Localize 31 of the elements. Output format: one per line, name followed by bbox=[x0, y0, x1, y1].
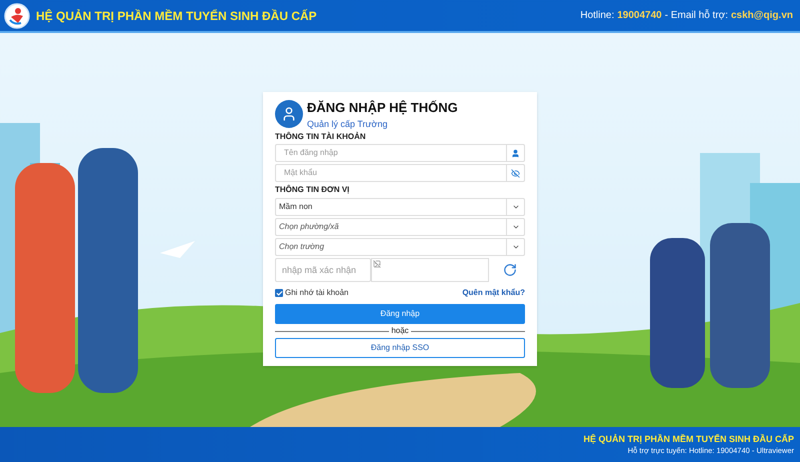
logo-icon bbox=[4, 2, 30, 28]
footer-title: HỆ QUẢN TRỊ PHẦN MỀM TUYỂN SINH ĐẦU CẤP bbox=[583, 433, 794, 445]
email-label: - Email hỗ trợ: bbox=[664, 8, 728, 23]
sso-login-button[interactable]: Đăng nhập SSO bbox=[275, 338, 525, 358]
captcha-field[interactable]: nhập mã xác nhận bbox=[276, 259, 370, 282]
password-field[interactable]: Mật khẩu bbox=[275, 164, 525, 182]
user-icon bbox=[511, 148, 520, 158]
section-heading: THÔNG TIN TÀI KHOẢN bbox=[275, 131, 367, 143]
refresh-icon[interactable] bbox=[503, 263, 517, 278]
email-address: cskh@qig.vn bbox=[731, 9, 793, 23]
section-heading: THÔNG TIN ĐƠN VỊ bbox=[275, 184, 350, 196]
paper-plane-icon bbox=[160, 241, 195, 258]
login-button[interactable]: Đăng nhập bbox=[275, 304, 525, 324]
broken-image-icon bbox=[373, 260, 381, 268]
or-divider-text: hoặc bbox=[390, 326, 410, 336]
dropdown[interactable]: Chọn phường/xã bbox=[275, 218, 525, 236]
remember-checkbox[interactable] bbox=[275, 289, 283, 298]
login-subtitle: Quản lý cấp Trường bbox=[307, 118, 388, 130]
eye-off-icon[interactable] bbox=[511, 168, 520, 178]
remember-label: Ghi nhớ tài khoản bbox=[285, 287, 349, 300]
dropdown[interactable]: Mầm non bbox=[275, 198, 525, 216]
app-title: HỆ QUẢN TRỊ PHẦN MỀM TUYỂN SINH ĐẦU CẤP bbox=[36, 8, 317, 24]
username-field[interactable]: Tên đăng nhập bbox=[276, 145, 506, 162]
password-field[interactable]: Mật khẩu bbox=[276, 165, 506, 182]
user-badge-icon bbox=[275, 100, 303, 128]
forgot-password-link[interactable]: Quên mật khẩu? bbox=[462, 287, 525, 300]
login-title: ĐĂNG NHẬP HỆ THỐNG bbox=[307, 100, 458, 116]
username-field[interactable]: Tên đăng nhập bbox=[275, 144, 525, 162]
dropdown[interactable]: Chọn trường bbox=[275, 238, 525, 256]
hotline-label: Hotline: bbox=[580, 9, 614, 23]
hotline-number: 19004740 bbox=[617, 9, 662, 23]
